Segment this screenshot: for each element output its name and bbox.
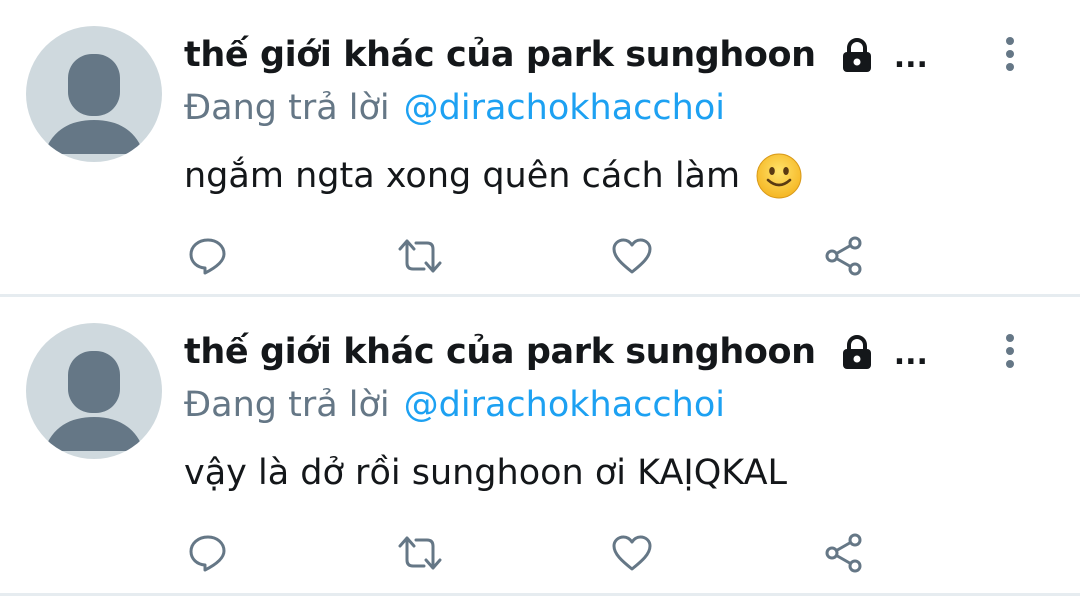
like-button[interactable] (608, 232, 656, 280)
share-icon (825, 236, 862, 276)
tweet-text: vậy là dở rồi sunghoon ơi KAỊQKAL (184, 453, 788, 493)
replying-to-handle-link[interactable]: @dirachokhacchoi (404, 88, 725, 128)
more-vertical-icon[interactable] (996, 34, 1024, 74)
more-vertical-icon[interactable] (996, 331, 1024, 371)
avatar[interactable] (26, 26, 162, 162)
retweet-button[interactable] (396, 232, 444, 280)
tweet[interactable]: thế giới khác của park sunghoon ... Đang… (0, 0, 1080, 297)
tweet-text: ngắm ngta xong quên cách làm (184, 156, 741, 196)
reply-icon (189, 238, 226, 275)
reply-button[interactable] (184, 232, 232, 280)
share-button[interactable] (820, 529, 868, 577)
name-overflow-ellipsis: ... (893, 39, 928, 75)
retweet-button[interactable] (396, 529, 444, 577)
like-icon (612, 535, 652, 571)
display-name[interactable]: thế giới khác của park sunghoon (184, 332, 816, 372)
share-button[interactable] (820, 232, 868, 280)
tweet-body: vậy là dở rồi sunghoon ơi KAỊQKAL (184, 447, 787, 499)
like-button[interactable] (608, 529, 656, 577)
default-avatar-icon (44, 351, 144, 451)
lock-icon (842, 335, 871, 369)
retweet-icon (398, 536, 442, 570)
replying-to-handle-link[interactable]: @dirachokhacchoi (404, 385, 725, 425)
lock-icon (842, 38, 871, 72)
like-icon (612, 238, 652, 274)
default-avatar-icon (44, 54, 144, 154)
replying-to-label: Đang trả lời (184, 385, 390, 425)
reply-button[interactable] (184, 529, 232, 577)
tweet-header: thế giới khác của park sunghoon ... (184, 327, 928, 377)
tweet[interactable]: thế giới khác của park sunghoon ... Đang… (0, 297, 1080, 596)
reply-icon (189, 535, 226, 572)
tweet-body: ngắm ngta xong quên cách làm (184, 150, 804, 202)
tweet-header: thế giới khác của park sunghoon ... (184, 30, 928, 80)
share-icon (825, 533, 862, 573)
retweet-icon (398, 239, 442, 273)
replying-to: Đang trả lời @dirachokhacchoi (184, 84, 725, 132)
display-name[interactable]: thế giới khác của park sunghoon (184, 35, 816, 75)
slightly-smiling-face-icon (756, 153, 802, 199)
avatar[interactable] (26, 323, 162, 459)
replying-to-label: Đang trả lời (184, 88, 390, 128)
name-overflow-ellipsis: ... (893, 336, 928, 372)
replying-to: Đang trả lời @dirachokhacchoi (184, 381, 725, 429)
